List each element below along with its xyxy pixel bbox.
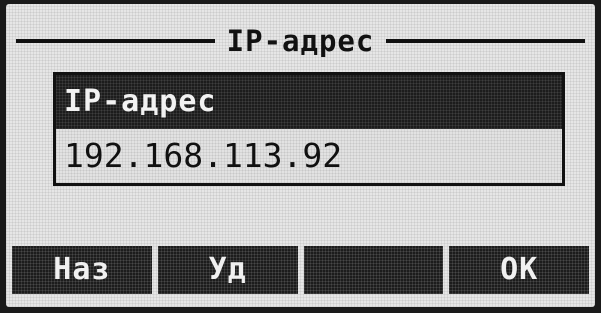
delete-softkey[interactable]: Уд	[157, 246, 298, 294]
ok-softkey[interactable]: OK	[449, 246, 589, 294]
title-divider-right	[386, 39, 585, 43]
ip-address-field-label: IP-адрес	[56, 75, 562, 129]
ip-address-input[interactable]: 192.168.113.92	[56, 129, 562, 183]
back-softkey[interactable]: Наз	[12, 246, 152, 294]
title-divider-left	[16, 39, 215, 43]
screen-title: IP-адрес	[226, 24, 375, 58]
lcd-screen: IP-адрес IP-адрес 192.168.113.92 Наз Уд …	[6, 4, 595, 307]
ip-address-field-group: IP-адрес 192.168.113.92	[53, 72, 565, 186]
title-bar: IP-адрес	[16, 26, 585, 56]
empty-softkey[interactable]	[303, 246, 444, 294]
softkey-bar: Наз Уд OK	[12, 246, 589, 294]
